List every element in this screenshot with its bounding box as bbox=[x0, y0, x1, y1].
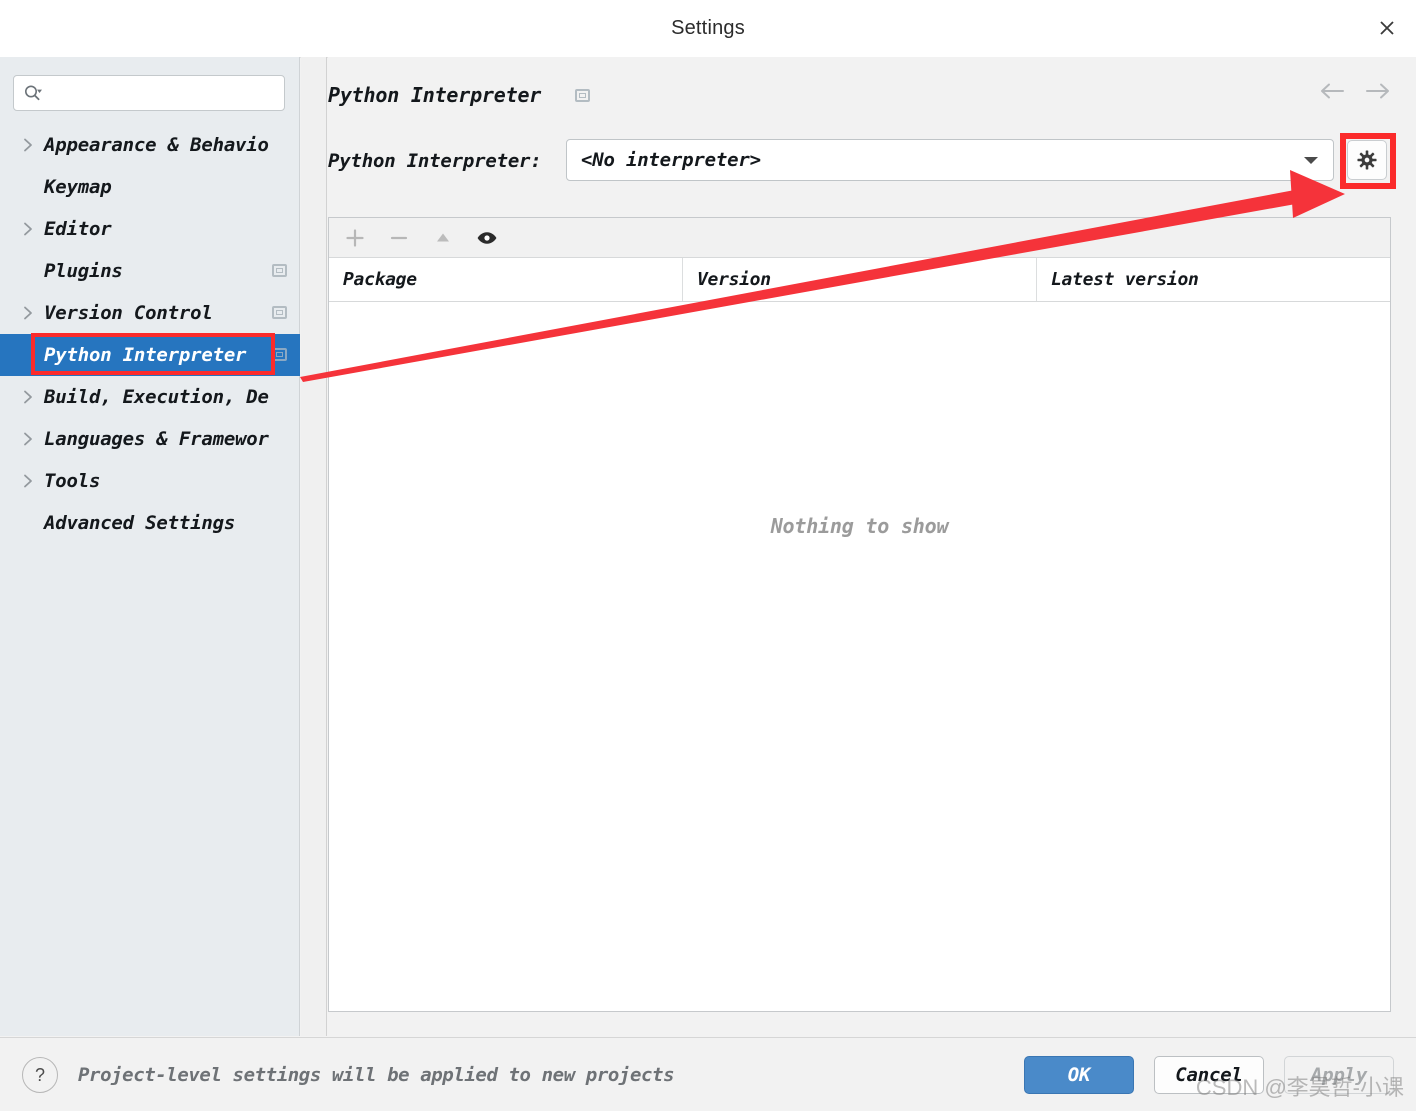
chevron-right-icon bbox=[18, 429, 38, 449]
project-scope-icon bbox=[272, 264, 287, 277]
sidebar-item-keymap[interactable]: Keymap bbox=[0, 166, 300, 208]
cancel-button[interactable]: Cancel bbox=[1154, 1056, 1264, 1094]
sidebar-item-plugins[interactable]: Plugins bbox=[0, 250, 300, 292]
window-title: Settings bbox=[671, 17, 745, 39]
search-input[interactable] bbox=[45, 76, 284, 110]
sidebar-item-tools[interactable]: Tools bbox=[0, 460, 300, 502]
sidebar-splitter[interactable] bbox=[301, 57, 327, 1036]
search-icon bbox=[23, 83, 45, 103]
sidebar-item-label: Plugins bbox=[44, 260, 123, 282]
sidebar-item-label: Build, Execution, De bbox=[44, 386, 269, 408]
interpreter-label: Python Interpreter: bbox=[328, 150, 542, 172]
arrow-right-icon[interactable] bbox=[1364, 77, 1392, 105]
empty-state-text: Nothing to show bbox=[770, 514, 949, 538]
page-header: Python Interpreter bbox=[328, 80, 591, 110]
apply-button[interactable]: Apply bbox=[1284, 1056, 1394, 1094]
close-icon[interactable] bbox=[1370, 11, 1404, 45]
project-scope-icon bbox=[272, 306, 287, 319]
sidebar-item-python-interpreter[interactable]: Python Interpreter bbox=[0, 334, 300, 376]
sidebar-item-label: Version Control bbox=[44, 302, 213, 324]
interpreter-selected-value: <No interpreter> bbox=[581, 149, 761, 171]
sidebar-item-version-control[interactable]: Version Control bbox=[0, 292, 300, 334]
sidebar-item-label: Keymap bbox=[44, 176, 112, 198]
packages-table-header: Package Version Latest version bbox=[329, 258, 1390, 302]
page-title: Python Interpreter bbox=[328, 83, 542, 107]
plus-icon[interactable] bbox=[341, 224, 369, 252]
chevron-right-icon bbox=[18, 135, 38, 155]
chevron-placeholder bbox=[18, 261, 38, 281]
column-header-version[interactable]: Version bbox=[683, 258, 1037, 301]
sidebar-item-editor[interactable]: Editor bbox=[0, 208, 300, 250]
sidebar-item-label: Languages & Framewor bbox=[44, 428, 269, 450]
settings-tree: Appearance & Behavio Keymap Editor Plugi… bbox=[0, 124, 300, 544]
gear-icon bbox=[1357, 150, 1377, 170]
interpreter-row: Python Interpreter: <No interpreter> bbox=[328, 133, 1416, 189]
help-button[interactable]: ? bbox=[22, 1057, 58, 1093]
chevron-right-icon bbox=[18, 303, 38, 323]
footer-note: Project-level settings will be applied t… bbox=[78, 1063, 675, 1086]
search-box[interactable] bbox=[13, 75, 285, 111]
dialog-footer: ? Project-level settings will be applied… bbox=[0, 1037, 1416, 1111]
chevron-placeholder bbox=[18, 177, 38, 197]
sidebar-item-label: Appearance & Behavio bbox=[44, 134, 269, 156]
interpreter-settings-button[interactable] bbox=[1347, 140, 1387, 180]
settings-content: Python Interpreter Python Interpreter: <… bbox=[328, 57, 1416, 1036]
interpreter-select[interactable]: <No interpreter> bbox=[566, 139, 1334, 181]
column-header-latest-version[interactable]: Latest version bbox=[1037, 258, 1390, 301]
sidebar-item-label: Python Interpreter bbox=[44, 344, 247, 366]
upgrade-icon[interactable] bbox=[429, 224, 457, 252]
eye-icon[interactable] bbox=[473, 224, 501, 252]
project-scope-icon bbox=[272, 348, 287, 361]
project-scope-icon bbox=[575, 88, 591, 102]
sidebar-item-appearance-behavior[interactable]: Appearance & Behavio bbox=[0, 124, 300, 166]
settings-dialog: Settings Appearance & Behavio Keymap Edi… bbox=[0, 0, 1416, 1111]
chevron-right-icon bbox=[18, 387, 38, 407]
sidebar-item-label: Tools bbox=[44, 470, 101, 492]
chevron-placeholder bbox=[18, 345, 38, 365]
minus-icon[interactable] bbox=[385, 224, 413, 252]
sidebar-item-languages-frameworks[interactable]: Languages & Framewor bbox=[0, 418, 300, 460]
sidebar-item-build-execution-deployment[interactable]: Build, Execution, De bbox=[0, 376, 300, 418]
packages-panel: Package Version Latest version Nothing t… bbox=[328, 217, 1391, 1012]
history-navigation bbox=[1318, 77, 1392, 105]
sidebar-item-advanced-settings[interactable]: Advanced Settings bbox=[0, 502, 300, 544]
chevron-right-icon bbox=[18, 219, 38, 239]
chevron-placeholder bbox=[18, 513, 38, 533]
sidebar-item-label: Advanced Settings bbox=[44, 512, 236, 534]
packages-table-body: Nothing to show bbox=[329, 302, 1390, 1009]
settings-sidebar: Appearance & Behavio Keymap Editor Plugi… bbox=[0, 57, 300, 1036]
packages-toolbar bbox=[329, 218, 1390, 258]
chevron-right-icon bbox=[18, 471, 38, 491]
sidebar-item-label: Editor bbox=[44, 218, 112, 240]
title-bar: Settings bbox=[0, 0, 1416, 58]
chevron-down-icon bbox=[1289, 140, 1333, 180]
column-header-package[interactable]: Package bbox=[329, 258, 683, 301]
ok-button[interactable]: OK bbox=[1024, 1056, 1134, 1094]
arrow-left-icon[interactable] bbox=[1318, 77, 1346, 105]
